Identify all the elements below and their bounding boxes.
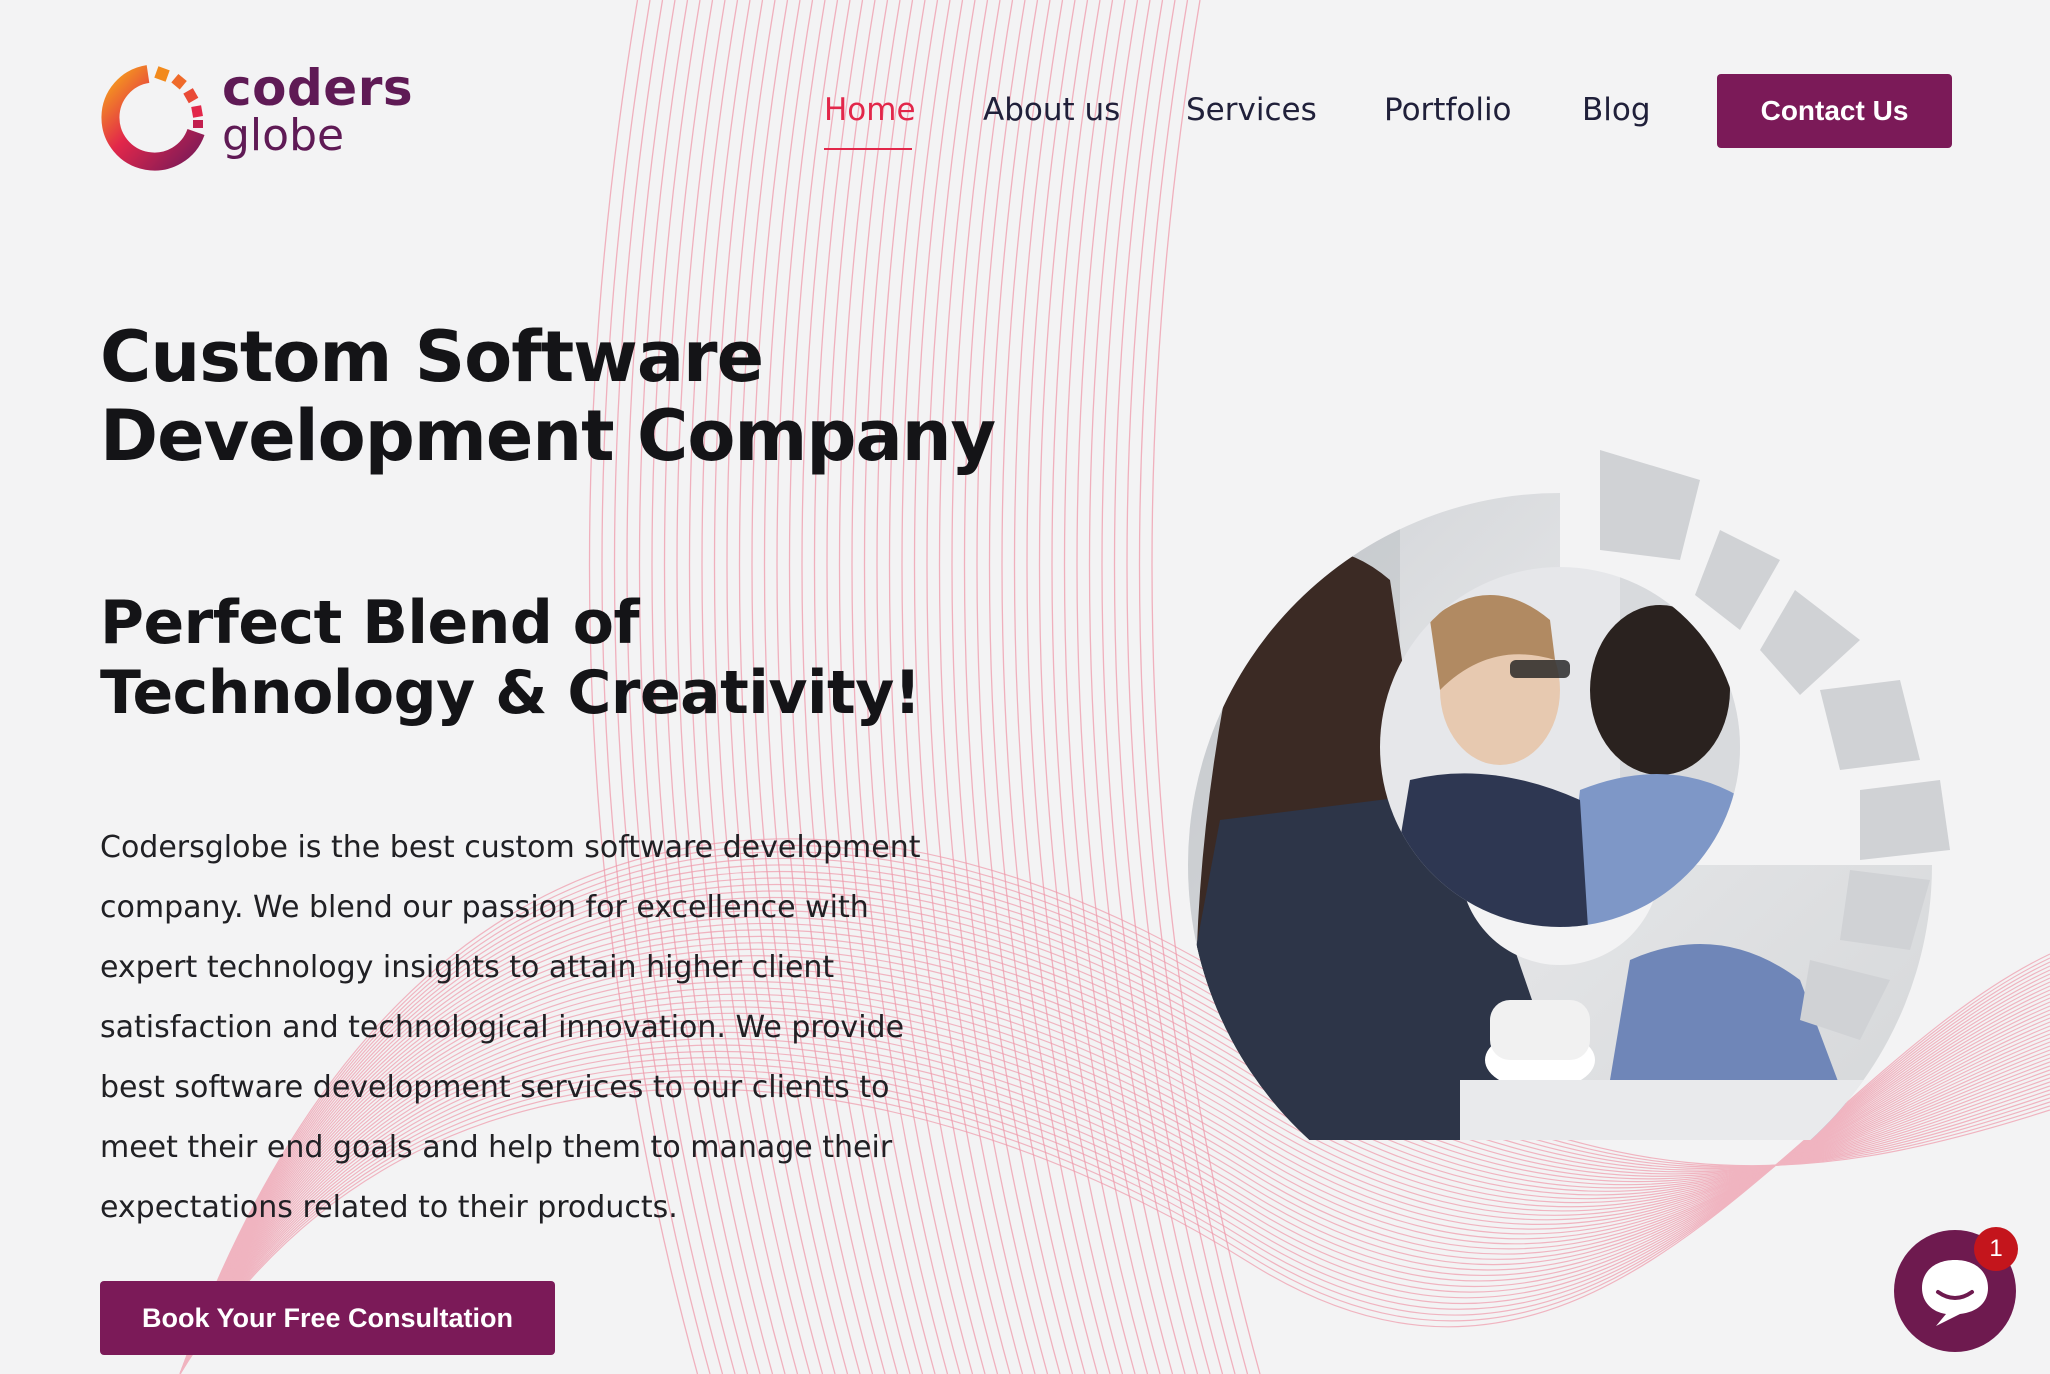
hero-title-line2: Development Company	[100, 395, 996, 477]
team-working-photo	[1188, 450, 1950, 1140]
hero-description-line: satisfaction and technological innovatio…	[100, 1010, 905, 1045]
hero-description-line: Codersglobe is the best custom software …	[100, 830, 921, 865]
chat-notification-badge: 1	[1974, 1227, 2018, 1271]
hero-description-line: best software development services to ou…	[100, 1070, 890, 1105]
hero-subtitle: Perfect Blend of Technology & Creativity…	[100, 588, 921, 728]
brand-logo[interactable]: coders globe	[96, 58, 416, 178]
hero-title-line1: Custom Software	[100, 316, 764, 398]
logo-text-globe: globe	[222, 110, 345, 161]
hero-title: Custom Software Development Company	[100, 316, 996, 477]
nav-active-underline	[824, 148, 912, 150]
nav-item-blog[interactable]: Blog	[1582, 92, 1651, 128]
hero-description-line: company. We blend our passion for excell…	[100, 890, 869, 925]
nav-item-about[interactable]: About us	[983, 92, 1120, 128]
hero-description-line: expert technology insights to attain hig…	[100, 950, 835, 985]
hero-description: Codersglobe is the best custom software …	[100, 818, 1000, 1238]
wave-line	[1038, 0, 1149, 1374]
nav-item-portfolio[interactable]: Portfolio	[1384, 92, 1512, 128]
contact-us-button[interactable]: Contact Us	[1717, 74, 1952, 148]
wave-line	[1001, 0, 1111, 1374]
wave-line	[1013, 0, 1124, 1374]
hero-subtitle-line2: Technology & Creativity!	[100, 658, 921, 728]
logo-ring-icon	[101, 65, 205, 171]
hero-subtitle-line1: Perfect Blend of	[100, 588, 640, 658]
nav-item-home[interactable]: Home	[824, 92, 916, 128]
hero-description-line: expectations related to their products.	[100, 1190, 678, 1225]
book-consultation-button[interactable]: Book Your Free Consultation	[100, 1281, 555, 1355]
nav-item-services[interactable]: Services	[1186, 92, 1317, 128]
wave-line	[1026, 0, 1136, 1374]
hero-description-line: meet their end goals and help them to ma…	[100, 1130, 893, 1165]
wave-line	[988, 0, 1099, 1374]
